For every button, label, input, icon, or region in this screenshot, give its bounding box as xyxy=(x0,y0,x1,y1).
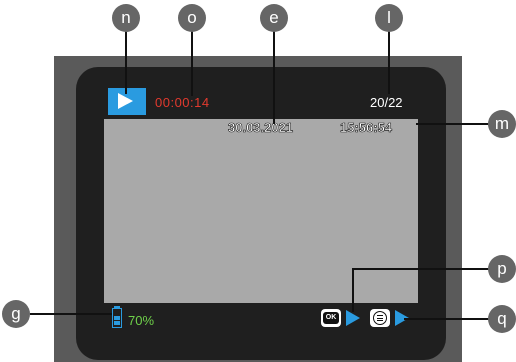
play-mode-icon xyxy=(108,88,146,115)
leader-line-n xyxy=(125,30,127,94)
battery-percent: 70% xyxy=(128,313,155,328)
leader-line-p-h xyxy=(352,268,489,270)
ok-play-arrow-icon xyxy=(346,310,360,326)
leader-line-q xyxy=(404,318,489,320)
elapsed-time: 00:00:14 xyxy=(155,95,210,110)
leader-line-p-v xyxy=(352,268,354,312)
callout-m: m xyxy=(488,110,516,138)
video-preview xyxy=(104,119,418,303)
callout-e: e xyxy=(260,4,288,32)
leader-line-l xyxy=(388,30,390,94)
callout-o: o xyxy=(178,4,206,32)
callout-l: l xyxy=(375,4,403,32)
callout-p: p xyxy=(488,255,516,283)
callout-g: g xyxy=(2,300,30,328)
leader-line-o xyxy=(191,30,193,96)
menu-button-icon[interactable] xyxy=(370,309,390,327)
callout-n: n xyxy=(112,4,140,32)
ok-label: OK xyxy=(323,312,339,324)
leader-line-m xyxy=(416,123,489,125)
leader-line-g xyxy=(30,313,112,315)
file-counter: 20/22 xyxy=(370,95,403,110)
leader-line-e xyxy=(273,30,275,124)
recording-time: 15:56:54 xyxy=(340,120,393,136)
recording-date: 30.03.2021 xyxy=(228,120,294,136)
callout-q: q xyxy=(488,305,516,333)
ok-button-icon[interactable]: OK xyxy=(321,309,341,327)
battery-icon xyxy=(112,306,122,328)
